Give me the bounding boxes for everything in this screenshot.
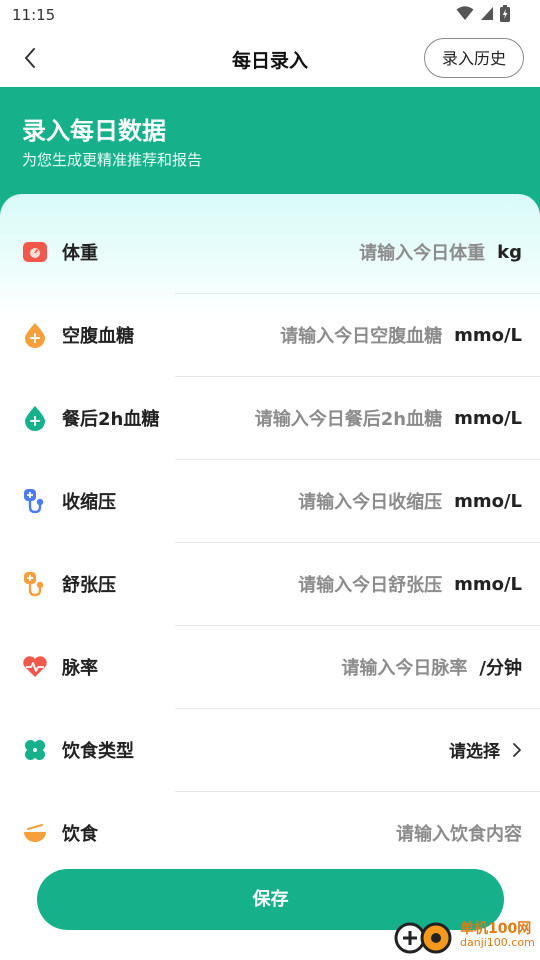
wifi-icon <box>456 6 474 20</box>
diet-input[interactable]: 请输入饮食内容 <box>396 820 522 846</box>
chevron-right-icon <box>513 742 521 757</box>
input-placeholder: 请输入今日脉率 <box>341 658 468 679</box>
input-unit: kg <box>497 241 522 263</box>
status-bar: 11:15 <box>0 0 540 32</box>
row-label: 收缩压 <box>62 492 116 513</box>
food-bowl-icon <box>24 824 46 842</box>
row-label: 体重 <box>62 243 98 264</box>
heart-pulse-icon <box>23 656 47 677</box>
input-placeholder: 请输入今日空腹血糖 <box>280 326 443 347</box>
form-card: 体重 请输入今日体重 kg 空腹血糖 请输入今日空腹血糖 mmo/L 餐后2h血… <box>0 194 540 854</box>
input-placeholder: 请输入今日舒张压 <box>298 575 443 596</box>
input-placeholder: 请输入今日收缩压 <box>298 492 443 513</box>
history-button[interactable]: 录入历史 <box>423 38 524 78</box>
weight-input[interactable]: 请输入今日体重 kg <box>359 239 522 265</box>
input-unit: mmo/L <box>454 490 522 512</box>
signal-icon <box>481 7 493 20</box>
systolic-row[interactable]: 收缩压 请输入今日收缩压 mmo/L <box>0 460 540 543</box>
input-placeholder: 请输入今日体重 <box>359 243 486 264</box>
green-drop-plus-icon <box>25 406 45 431</box>
watermark-logo-icon <box>394 922 452 954</box>
battery-icon <box>500 5 510 22</box>
input-placeholder: 请输入今日餐后2h血糖 <box>254 409 443 430</box>
blood-pressure-orange-icon <box>24 572 44 597</box>
row-label: 脉率 <box>62 658 98 679</box>
weight-row[interactable]: 体重 请输入今日体重 kg <box>0 211 540 294</box>
app-header: 每日录入 录入历史 <box>0 32 540 87</box>
fasting-glucose-row[interactable]: 空腹血糖 请输入今日空腹血糖 mmo/L <box>0 294 540 377</box>
row-label: 空腹血糖 <box>62 326 134 347</box>
postmeal-glucose-input[interactable]: 请输入今日餐后2h血糖 mmo/L <box>255 405 522 431</box>
row-label: 餐后2h血糖 <box>62 409 160 430</box>
diastolic-input[interactable]: 请输入今日舒张压 mmo/L <box>298 571 522 597</box>
watermark: 单机100网 danji100.com <box>392 916 535 956</box>
systolic-input[interactable]: 请输入今日收缩压 mmo/L <box>298 488 522 514</box>
banner-subtitle: 为您生成更精准推荐和报告 <box>22 151 203 169</box>
pulse-input[interactable]: 请输入今日脉率 /分钟 <box>341 654 522 680</box>
diet-type-select[interactable]: 请选择 <box>449 737 522 762</box>
diet-row[interactable]: 饮食 请输入饮食内容 <box>0 792 540 854</box>
postmeal-glucose-row[interactable]: 餐后2h血糖 请输入今日餐后2h血糖 mmo/L <box>0 377 540 460</box>
row-label: 饮食 <box>62 824 98 845</box>
input-placeholder: 请输入饮食内容 <box>396 824 522 845</box>
fasting-glucose-input[interactable]: 请输入今日空腹血糖 mmo/L <box>280 322 522 348</box>
row-label: 饮食类型 <box>62 741 134 762</box>
row-label: 舒张压 <box>62 575 116 596</box>
watermark-name: 单机100网 <box>460 921 532 937</box>
input-unit: mmo/L <box>454 573 522 595</box>
pulse-row[interactable]: 脉率 请输入今日脉率 /分钟 <box>0 626 540 709</box>
select-value: 请选择 <box>449 742 500 762</box>
diastolic-row[interactable]: 舒张压 请输入今日舒张压 mmo/L <box>0 543 540 626</box>
watermark-domain: danji100.com <box>460 936 535 949</box>
input-unit: /分钟 <box>479 658 522 679</box>
input-unit: mmo/L <box>454 407 522 429</box>
clover-icon <box>25 740 45 760</box>
status-icons <box>456 5 510 22</box>
status-time: 11:15 <box>12 6 56 24</box>
scale-icon <box>23 242 47 262</box>
orange-drop-plus-icon <box>25 323 45 348</box>
banner-title: 录入每日数据 <box>22 117 166 145</box>
blood-pressure-icon <box>24 489 44 514</box>
input-unit: mmo/L <box>454 324 522 346</box>
diet-type-row[interactable]: 饮食类型 请选择 <box>0 709 540 792</box>
